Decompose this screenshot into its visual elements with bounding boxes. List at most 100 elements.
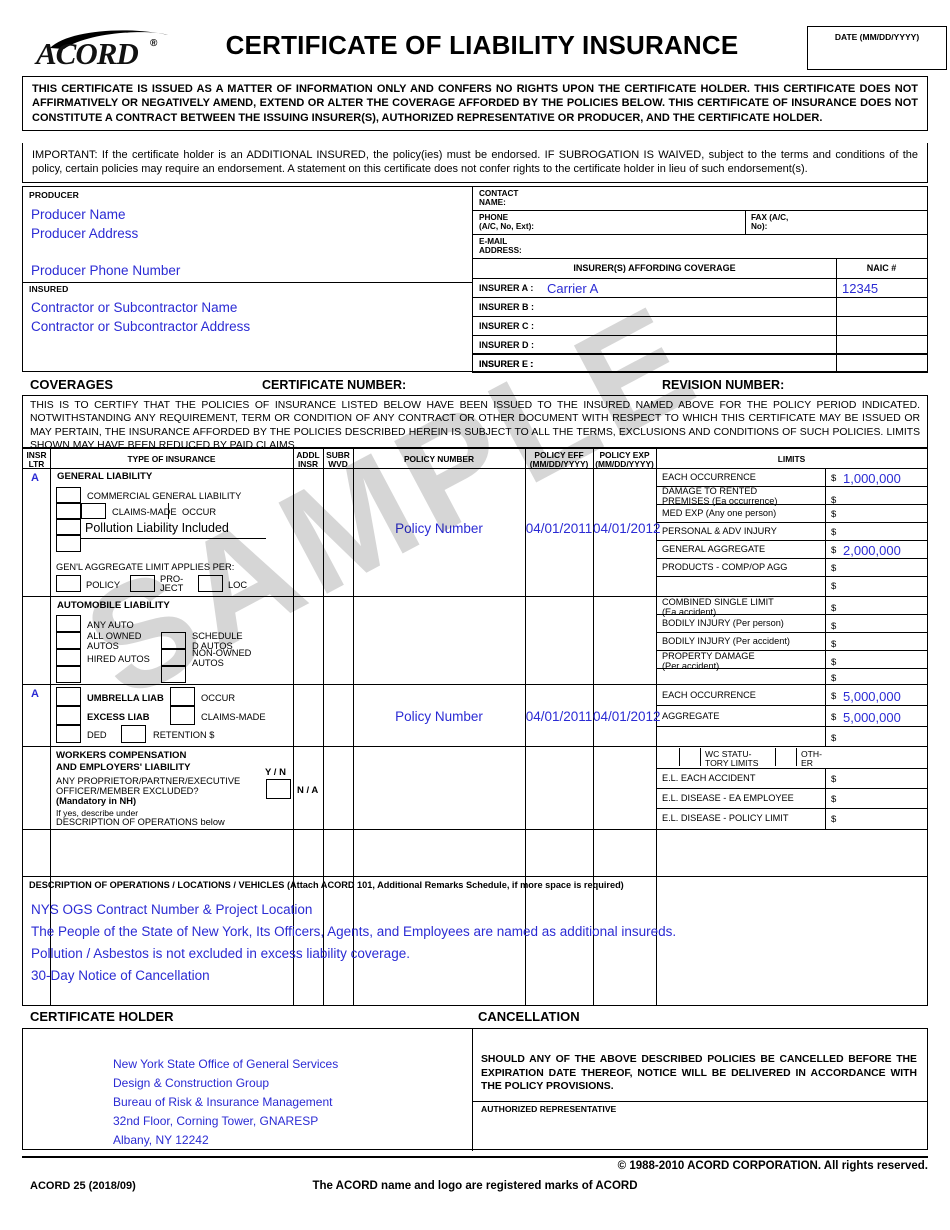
umb-excess-checkbox[interactable] — [56, 706, 81, 725]
insured-divider — [23, 282, 473, 283]
producer-name: Producer Name — [31, 207, 126, 222]
contact-phone-label: PHONE (A/C, No, Ext): — [479, 213, 535, 232]
gl-project-label: PRO- JECT — [160, 574, 184, 594]
gl-cgl-checkbox[interactable] — [56, 487, 81, 503]
gl-limit-label-general-aggregate: GENERAL AGGREGATE — [662, 544, 766, 554]
umb-limit-label-each-occurrence: EACH OCCURRENCE — [662, 690, 756, 700]
th-limits: LIMITS — [777, 454, 806, 464]
gl-policy-eff: 04/01/2011 — [525, 521, 593, 536]
producer-details[interactable]: Producer Name Producer Address — [31, 205, 138, 243]
th-addl-insr: ADDL INSR — [296, 450, 320, 470]
gl-loc-checkbox[interactable] — [198, 575, 223, 592]
coverages-label: COVERAGES — [30, 377, 114, 392]
insurer-row-b[interactable]: INSURER B : — [473, 298, 927, 317]
holder-cancellation-divider — [472, 1029, 473, 1151]
page-title: CERTIFICATE OF LIABILITY INSURANCE — [225, 30, 739, 60]
umb-ded-checkbox[interactable] — [56, 725, 81, 743]
gl-custom-checkbox-1[interactable] — [56, 519, 81, 535]
umb-umbrella-checkbox[interactable] — [56, 687, 81, 706]
umb-claims-made-checkbox[interactable] — [170, 706, 195, 725]
gl-occur-checkbox[interactable] — [81, 503, 106, 519]
gl-insr-ltr: A — [31, 472, 39, 484]
contact-insurers-column: CONTACT NAME: PHONE (A/C, No, Ext): FAX (A… — [473, 187, 927, 373]
acord-logo: ACORD ® — [30, 28, 180, 72]
gl-limit-currency-1: $ — [831, 495, 837, 506]
auto-limit-currency-3: $ — [831, 657, 837, 668]
wc-if-yes-2: DESCRIPTION OF OPERATIONS below — [56, 817, 225, 827]
th-subr-wvd: SUBR WVD — [326, 450, 350, 470]
umb-retention-checkbox[interactable] — [121, 725, 146, 743]
insured-details[interactable]: Contractor or Subcontractor Name Contrac… — [31, 298, 250, 336]
contact-name-label: CONTACT NAME: — [479, 189, 519, 208]
umb-occur-checkbox[interactable] — [170, 687, 195, 706]
umb-limit-currency-2: $ — [831, 733, 837, 744]
insurer-row-c[interactable]: INSURER C : — [473, 317, 927, 336]
wc-other-checkbox[interactable] — [775, 748, 797, 766]
gl-claims-made-label: CLAIMS-MADE — [112, 507, 177, 517]
auto-non-owned-checkbox[interactable] — [161, 649, 186, 666]
certificate-number-label: CERTIFICATE NUMBER: — [262, 378, 407, 392]
insurer-a-naic: 12345 — [842, 281, 879, 296]
contact-email-row[interactable]: E-MAIL ADDRESS: — [473, 235, 927, 259]
th-policy-exp: POLICY EXP (MM/DD/YYYY) — [595, 450, 654, 470]
umb-limit-label-aggregate: AGGREGATE — [662, 711, 720, 721]
insurer-row-a[interactable]: INSURER A : Carrier A 12345 — [473, 279, 927, 298]
wc-statutory-checkbox[interactable] — [679, 748, 701, 766]
auto-scheduled-checkbox[interactable] — [161, 632, 186, 649]
wc-excluded-checkbox[interactable] — [266, 779, 291, 799]
gl-policy-exp: 04/01/2012 — [593, 521, 661, 536]
contact-phone-row[interactable]: PHONE (A/C, No, Ext): FAX (A/C, No): — [473, 211, 927, 235]
certificate-holder-address[interactable]: New York State Office of General Service… — [113, 1055, 338, 1150]
wc-limit-label-disease-policy: E.L. DISEASE - POLICY LIMIT — [662, 813, 789, 823]
auto-hired-checkbox[interactable] — [56, 649, 81, 666]
gl-limit-rule-4 — [656, 540, 927, 541]
footer-trademark: The ACORD name and logo are registered m… — [312, 1180, 638, 1192]
gl-claims-made-checkbox[interactable] — [56, 503, 81, 519]
auto-any-auto-checkbox[interactable] — [56, 615, 81, 632]
wc-limit-label-disease-employee: E.L. DISEASE - EA EMPLOYEE — [662, 793, 794, 803]
gl-limit-label-damage-rented: DAMAGE TO RENTED PREMISES (Ea occurrence) — [662, 486, 778, 506]
insurer-row-f[interactable]: INSURER F : — [472, 353, 928, 373]
contact-name-row[interactable]: CONTACT NAME: — [473, 187, 927, 211]
date-field[interactable]: DATE (MM/DD/YYYY) — [807, 26, 947, 70]
auto-limit-currency-0: $ — [831, 603, 837, 614]
band-rule-umbrella-wc — [23, 746, 927, 747]
umb-insr-ltr: A — [31, 688, 39, 700]
umb-ded-label: DED — [87, 730, 107, 740]
gl-project-checkbox[interactable] — [130, 575, 155, 592]
auto-all-owned-checkbox[interactable] — [56, 632, 81, 649]
gl-policy-number: Policy Number — [395, 521, 483, 536]
umb-limit-rule-2 — [656, 726, 927, 727]
producer-phone: Producer Phone Number — [31, 263, 181, 278]
gl-limit-value-general-aggregate: 2,000,000 — [843, 543, 901, 558]
umb-limit-currency-1: $ — [831, 712, 837, 723]
umb-policy-eff: 04/01/2011 — [525, 709, 593, 724]
description-content[interactable]: NYS OGS Contract Number & Project Locati… — [31, 899, 676, 986]
umb-limit-amount-divider — [825, 684, 826, 746]
auto-heading: AUTOMOBILE LIABILITY — [57, 600, 170, 611]
auto-limit-currency-4: $ — [831, 673, 837, 684]
umb-excess-label: EXCESS LIAB — [87, 711, 150, 722]
insurer-a-name: Carrier A — [547, 281, 599, 296]
holder-line-4: 32nd Floor, Corning Tower, GNARESP — [113, 1113, 319, 1128]
footer-copyright: © 1988-2010 ACORD CORPORATION. All right… — [617, 1160, 928, 1172]
notice-important-subrogation: IMPORTANT: If the certificate holder is … — [22, 143, 928, 183]
gl-custom-checkbox-2[interactable] — [56, 535, 81, 552]
fax-divider — [745, 211, 746, 235]
umb-umbrella-label: UMBRELLA LIAB — [87, 692, 164, 703]
holder-cancellation-block: New York State Office of General Service… — [22, 1028, 928, 1151]
auto-blank-checkbox-2[interactable] — [161, 666, 186, 683]
gl-limit-label-each-occurrence: EACH OCCURRENCE — [662, 472, 756, 482]
gl-limit-rule-5 — [656, 558, 927, 559]
umb-retention-label: RETENTION $ — [153, 730, 215, 740]
gl-limit-currency-4: $ — [831, 545, 837, 556]
gl-policy-checkbox[interactable] — [56, 575, 81, 592]
insurers-header-row: INSURER(S) AFFORDING COVERAGE NAIC # — [473, 259, 927, 279]
revision-number-label: REVISION NUMBER: — [662, 378, 785, 392]
th-policy-number: POLICY NUMBER — [403, 454, 475, 464]
description-line-3: Pollution / Asbestos is not excluded in … — [31, 945, 410, 961]
wc-question-1: ANY PROPRIETOR/PARTNER/EXECUTIVE — [56, 776, 241, 786]
auto-blank-checkbox-1[interactable] — [56, 666, 81, 683]
certificate-holder-header: CERTIFICATE HOLDER — [30, 1009, 174, 1024]
authorized-rep-divider — [472, 1101, 927, 1102]
